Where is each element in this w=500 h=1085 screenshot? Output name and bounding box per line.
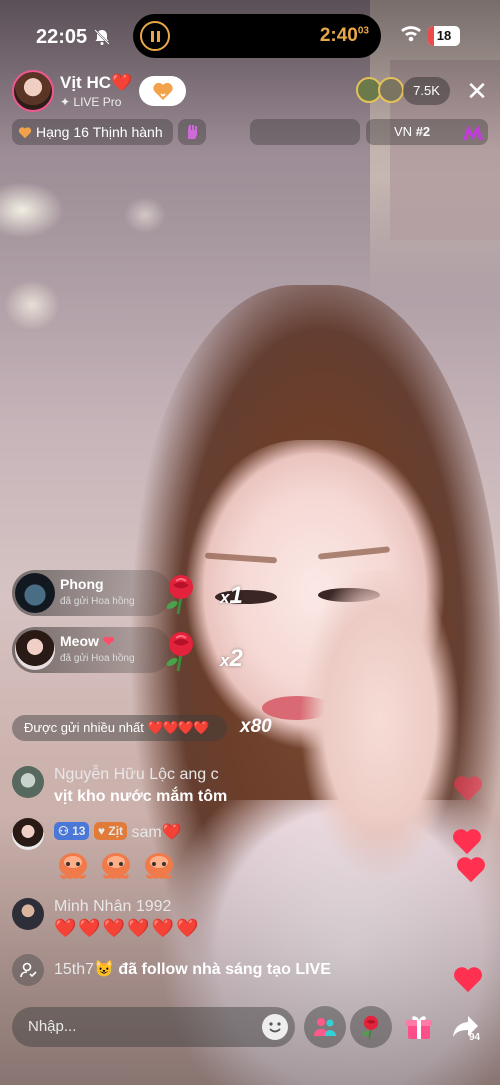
battery-indicator: 18	[428, 26, 460, 46]
bell-muted-icon	[93, 28, 113, 46]
rose-icon	[166, 632, 193, 672]
pause-icon[interactable]	[140, 21, 170, 51]
dynamic-island-recording[interactable]: 2:4003	[133, 14, 381, 58]
octopus-emote-icon	[102, 853, 130, 879]
follow-person-icon	[12, 954, 44, 986]
floating-heart-icon	[454, 967, 482, 993]
emote-row	[55, 850, 177, 882]
level-badge: ⚇ 13	[54, 822, 90, 840]
region-rank: #2	[415, 124, 431, 139]
gift-sender-name: Phong	[60, 576, 104, 592]
wifi-icon	[400, 24, 422, 42]
event-banner-pill[interactable]	[250, 119, 360, 145]
comment-placeholder: Nhập...	[28, 1018, 77, 1035]
sparkle-icon: ✦	[60, 95, 74, 109]
sender-avatar[interactable]	[15, 573, 55, 613]
gift-combo-banner: Meow ❤ đã gửi Hoa hồng x2	[12, 627, 243, 673]
heart-icon	[152, 82, 173, 100]
floating-heart-icon	[454, 776, 482, 802]
gift-icon	[406, 1016, 432, 1039]
glove-icon	[188, 125, 197, 139]
status-bar: 22:05 2:4003 18	[0, 0, 500, 70]
top-viewer-avatars[interactable]	[356, 77, 408, 105]
host-subtitle: ✦ LIVE Pro	[60, 95, 122, 109]
follow-heart-button[interactable]	[139, 76, 186, 106]
gift-action: đã gửi Hoa hồng	[60, 653, 135, 664]
chat-username[interactable]: Minh Nhân 1992	[54, 898, 171, 916]
octopus-emote-icon	[145, 853, 173, 879]
octopus-emote-icon	[59, 853, 87, 879]
rose-icon	[362, 1015, 379, 1039]
floating-heart-icon	[457, 857, 485, 883]
viewer-avatar[interactable]	[378, 77, 404, 103]
hearts-row: ❤️❤️❤️❤️	[147, 720, 210, 735]
chat-text: vịt kho nước mắm tôm	[54, 788, 228, 805]
share-button[interactable]	[445, 1006, 487, 1048]
chat-follow-event: 15th7😺 đã follow nhà sáng tạo LIVE	[54, 961, 331, 978]
recording-timer: 2:4003	[319, 25, 369, 46]
host-name: Vịt HC❤️	[60, 73, 133, 92]
cat-emoji-icon: 😺	[94, 961, 114, 978]
trending-rank-pill[interactable]: Hạng 16 Thịnh hành	[12, 119, 173, 145]
sender-avatar[interactable]	[15, 630, 55, 670]
region-rank-pill[interactable]: VN #2	[366, 119, 488, 145]
most-sent-banner: Được gửi nhiều nhất ❤️❤️❤️❤️	[12, 715, 227, 741]
gift-multiplier: x2	[220, 645, 243, 672]
chat-avatar[interactable]	[12, 898, 44, 930]
trending-rank-label: Hạng 16 Thịnh hành	[36, 124, 163, 140]
gift-sender-name: Meow ❤	[60, 633, 115, 649]
chat-username[interactable]: ⚇ 13 ♥ Zịt sam❤️	[54, 822, 182, 842]
emoji-icon[interactable]	[262, 1014, 288, 1040]
most-sent-count: x80	[240, 716, 272, 737]
status-time: 22:05	[36, 26, 88, 48]
chat-avatar[interactable]	[12, 818, 44, 850]
region-label: VN	[394, 124, 413, 139]
multi-guest-button[interactable]	[304, 1006, 346, 1048]
gift-combo-banner: Phong đã gửi Hoa hồng x1	[12, 570, 243, 616]
gift-button[interactable]	[398, 1006, 440, 1048]
gift-multiplier: x1	[220, 582, 243, 609]
gift-action: đã gửi Hoa hồng	[60, 596, 135, 607]
fan-club-badge: ♥ Zịt	[93, 822, 128, 840]
close-icon[interactable]: ✕	[464, 78, 490, 104]
league-logo-icon	[463, 125, 483, 140]
chat-username[interactable]: Nguyễn Hữu Lộc ang c	[54, 766, 219, 784]
floating-heart-icon	[453, 829, 481, 855]
share-count: 94	[469, 1032, 481, 1043]
rose-gift-button[interactable]	[350, 1006, 392, 1048]
comment-input[interactable]: Nhập...	[12, 1007, 295, 1047]
multi-guest-icon	[314, 1018, 336, 1036]
chat-text: ❤️❤️❤️❤️❤️❤️	[54, 918, 201, 938]
rose-icon	[166, 575, 193, 615]
viewer-count[interactable]: 7.5K	[403, 77, 450, 105]
chat-avatar[interactable]	[12, 766, 44, 798]
host-info[interactable]: Vịt HC❤️ ✦ LIVE Pro	[12, 70, 132, 112]
host-avatar[interactable]	[12, 70, 54, 112]
gift-goal-pill[interactable]	[178, 119, 206, 145]
heart-icon	[18, 126, 32, 138]
